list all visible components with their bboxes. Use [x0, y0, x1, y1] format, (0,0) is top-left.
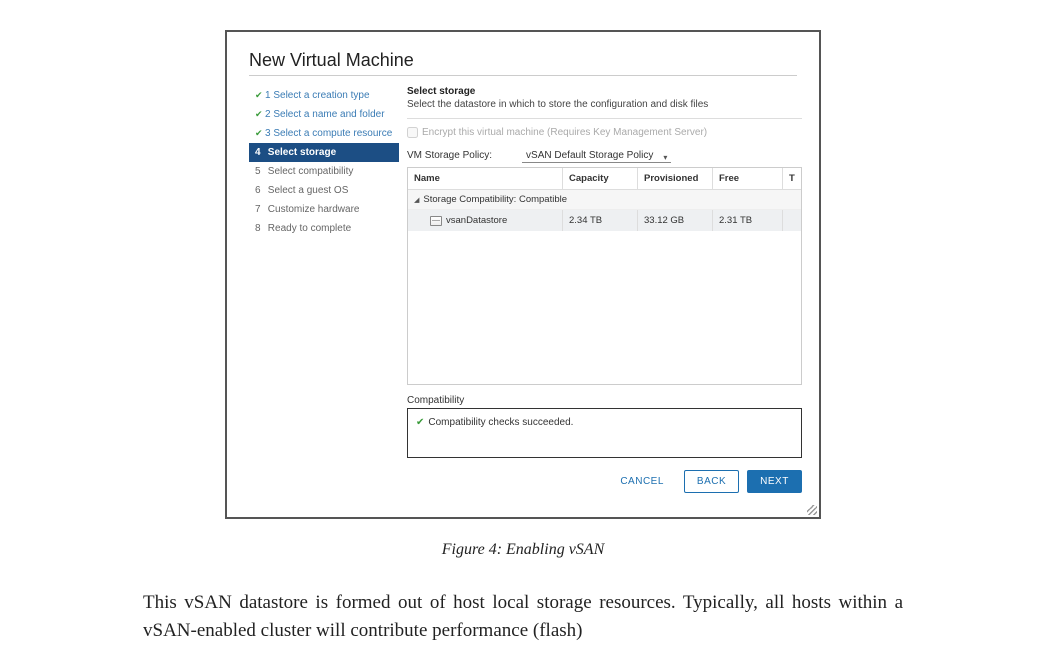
- encrypt-checkbox[interactable]: [407, 127, 418, 138]
- cancel-button[interactable]: CANCEL: [608, 471, 676, 492]
- col-name[interactable]: Name: [408, 168, 563, 189]
- step-num: 2: [265, 109, 271, 120]
- title-divider: [249, 75, 797, 76]
- wizard-step-ready: 8 Ready to complete: [249, 219, 399, 238]
- datastore-name: vsanDatastore: [446, 215, 507, 226]
- wizard-step-name-folder[interactable]: ✔2 Select a name and folder: [249, 105, 399, 124]
- storage-policy-label: VM Storage Policy:: [407, 150, 492, 161]
- storage-compat-group[interactable]: ◢ Storage Compatibility: Compatible: [408, 190, 801, 210]
- cell-provisioned: 33.12 GB: [638, 210, 713, 231]
- resize-grip-icon[interactable]: [807, 505, 817, 515]
- main-pane: Select storage Select the datastore in w…: [399, 86, 802, 493]
- storage-policy-select[interactable]: vSAN Default Storage Policy ▾: [522, 150, 671, 161]
- col-capacity[interactable]: Capacity: [563, 168, 638, 189]
- step-num: 3: [265, 128, 271, 139]
- step-num: 7: [255, 203, 265, 216]
- dialog-body: ✔1 Select a creation type ✔2 Select a na…: [249, 86, 797, 493]
- resize-area: [227, 507, 819, 517]
- check-icon: ✔: [255, 128, 265, 140]
- cell-free: 2.31 TB: [713, 210, 783, 231]
- step-label: Select a guest OS: [268, 185, 349, 196]
- col-extra[interactable]: T: [783, 168, 801, 189]
- check-icon: ✔: [416, 417, 424, 428]
- wizard-step-compatibility: 5 Select compatibility: [249, 162, 399, 181]
- wizard-step-guest-os: 6 Select a guest OS: [249, 181, 399, 200]
- dialog-title: New Virtual Machine: [249, 50, 797, 71]
- step-label: Select storage: [268, 147, 336, 158]
- compatibility-box: ✔ Compatibility checks succeeded.: [407, 408, 802, 458]
- main-divider: [407, 118, 802, 119]
- caret-down-icon: ◢: [414, 196, 419, 204]
- compatibility-message: Compatibility checks succeeded.: [428, 417, 573, 428]
- figure-caption: Figure 4: Enabling vSAN: [0, 541, 1046, 559]
- cell-capacity: 2.34 TB: [563, 210, 638, 231]
- dialog: New Virtual Machine ✔1 Select a creation…: [225, 30, 821, 519]
- step-num: 5: [255, 165, 265, 178]
- table-header: Name Capacity Provisioned Free T: [408, 168, 801, 190]
- group-label: Storage Compatibility: Compatible: [423, 194, 567, 205]
- wizard-step-compute-resource[interactable]: ✔3 Select a compute resource: [249, 124, 399, 143]
- step-num: 8: [255, 222, 265, 235]
- wizard-step-storage[interactable]: 4 Select storage: [249, 143, 399, 162]
- table-body: ◢ Storage Compatibility: Compatible vsan…: [408, 190, 801, 384]
- check-icon: ✔: [255, 109, 265, 121]
- dialog-inner: New Virtual Machine ✔1 Select a creation…: [227, 32, 819, 507]
- cell-extra: [783, 210, 801, 231]
- encrypt-label: Encrypt this virtual machine (Requires K…: [422, 127, 707, 138]
- check-icon: ✔: [255, 90, 265, 102]
- back-button[interactable]: BACK: [684, 470, 739, 493]
- wizard-step-creation-type[interactable]: ✔1 Select a creation type: [249, 86, 399, 105]
- storage-policy-value: vSAN Default Storage Policy: [522, 149, 671, 163]
- step-label: Select a name and folder: [273, 109, 384, 120]
- page-root: New Virtual Machine ✔1 Select a creation…: [0, 0, 1046, 672]
- body-paragraph: This vSAN datastore is formed out of hos…: [143, 589, 903, 644]
- step-label: Select a creation type: [273, 90, 369, 101]
- step-num: 4: [255, 146, 265, 159]
- step-label: Select compatibility: [268, 166, 354, 177]
- table-row[interactable]: vsanDatastore 2.34 TB 33.12 GB 2.31 TB: [408, 210, 801, 231]
- main-subheading: Select the datastore in which to store t…: [407, 99, 802, 110]
- compatibility-heading: Compatibility: [407, 395, 802, 406]
- step-num: 1: [265, 90, 271, 101]
- button-row: CANCEL BACK NEXT: [407, 470, 802, 493]
- storage-policy-row: VM Storage Policy: vSAN Default Storage …: [407, 150, 802, 161]
- wizard-nav: ✔1 Select a creation type ✔2 Select a na…: [249, 86, 399, 493]
- step-label: Ready to complete: [268, 223, 351, 234]
- main-heading: Select storage: [407, 86, 802, 97]
- wizard-step-customize-hw: 7 Customize hardware: [249, 200, 399, 219]
- step-label: Select a compute resource: [273, 128, 392, 139]
- next-button[interactable]: NEXT: [747, 470, 802, 493]
- col-free[interactable]: Free: [713, 168, 783, 189]
- step-num: 6: [255, 184, 265, 197]
- col-provisioned[interactable]: Provisioned: [638, 168, 713, 189]
- datastore-icon: [430, 216, 442, 226]
- datastore-table: Name Capacity Provisioned Free T ◢ Stora…: [407, 167, 802, 385]
- encrypt-row[interactable]: Encrypt this virtual machine (Requires K…: [407, 127, 802, 138]
- step-label: Customize hardware: [268, 204, 360, 215]
